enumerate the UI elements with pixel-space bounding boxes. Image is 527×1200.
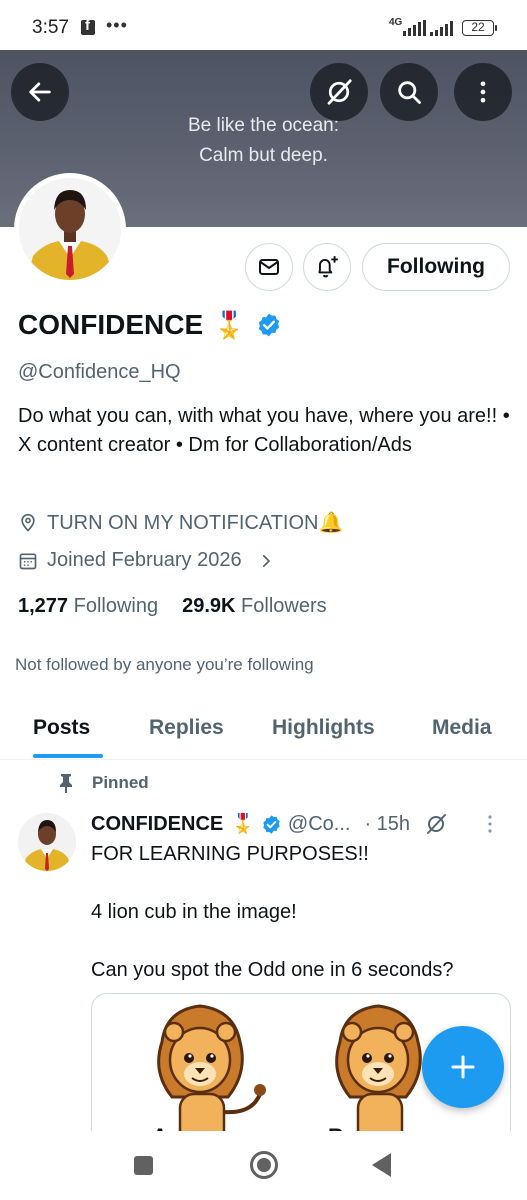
post-author-avatar[interactable] — [18, 813, 76, 871]
tab-posts[interactable]: Posts — [33, 716, 90, 740]
display-name-row: CONFIDENCE 🎖️ — [18, 309, 282, 341]
tab-media[interactable]: Media — [432, 716, 492, 740]
back-arrow-icon — [29, 82, 51, 102]
post-more-icon[interactable] — [480, 813, 500, 835]
location-line: TURN ON MY NOTIFICATION🔔 — [18, 510, 343, 535]
post-text-line: Can you spot the Odd one in 6 seconds? — [91, 959, 454, 981]
signal-icon — [403, 20, 426, 36]
signal-icon — [430, 20, 453, 36]
tab-highlights[interactable]: Highlights — [272, 716, 375, 740]
network-label: 4G — [389, 17, 403, 28]
post-timestamp[interactable]: · 15h — [364, 813, 410, 836]
profile-avatar[interactable] — [14, 173, 126, 285]
verified-badge-icon[interactable] — [256, 312, 282, 338]
post-header: CONFIDENCE 🎖️ @Co... · 15h — [91, 809, 511, 839]
system-nav-bar — [0, 1131, 527, 1200]
grok-button[interactable] — [310, 63, 368, 121]
location-text: TURN ON MY NOTIFICATION🔔 — [47, 512, 344, 534]
following-button[interactable]: Following — [362, 243, 510, 291]
status-time: 3:57 — [32, 17, 69, 38]
mail-icon — [259, 259, 279, 275]
avatar-image — [19, 178, 121, 280]
medal-emoji: 🎖️ — [213, 309, 246, 340]
banner-text: Be like the ocean: Calm but deep. — [0, 111, 527, 171]
verified-badge-icon — [263, 814, 280, 834]
post-text-line: 4 lion cub in the image! — [91, 901, 297, 923]
lion-cub-illustration — [335, 1004, 422, 1152]
notification-bell-plus-icon — [318, 256, 338, 278]
home-icon[interactable] — [250, 1151, 278, 1179]
following-stat[interactable]: 1,277 Following — [18, 595, 158, 618]
display-name: CONFIDENCE — [18, 309, 204, 340]
followers-label: Followers — [241, 595, 327, 617]
followers-stat[interactable]: 29.9K Followers — [182, 595, 327, 618]
more-options-button[interactable] — [454, 63, 512, 121]
post-text-line: FOR LEARNING PURPOSES!! — [91, 843, 369, 865]
not-followed-text: Not followed by anyone you’re following — [15, 655, 314, 674]
profile-tabs: Posts Replies Highlights Media — [0, 700, 527, 760]
following-count: 1,277 — [18, 595, 69, 617]
post-medal-emoji: 🎖️ — [231, 814, 255, 835]
grok-icon — [327, 79, 352, 105]
search-icon — [398, 81, 421, 104]
joined-line[interactable]: Joined February 2026 — [18, 549, 275, 572]
follow-stats: 1,277 Following 29.9K Followers — [18, 595, 327, 618]
profile-handle: @Confidence_HQ — [18, 361, 181, 383]
active-tab-indicator — [33, 754, 103, 758]
back-icon[interactable] — [372, 1153, 391, 1177]
tab-replies[interactable]: Replies — [149, 716, 224, 740]
recent-apps-icon[interactable] — [134, 1156, 153, 1175]
facebook-icon — [81, 17, 95, 35]
pin-icon — [60, 774, 72, 793]
banner-line: Be like the ocean: — [187, 115, 340, 136]
chevron-right-icon — [262, 554, 270, 567]
pinned-label: Pinned — [92, 773, 149, 792]
location-pin-icon — [21, 513, 35, 532]
post-author-handle[interactable]: @Co... — [288, 813, 351, 836]
calendar-icon — [19, 553, 37, 569]
battery-icon: 22 — [462, 20, 497, 36]
post-author-name[interactable]: CONFIDENCE — [91, 813, 223, 836]
banner-line: Calm but deep. — [199, 145, 328, 166]
joined-text: Joined February 2026 — [47, 549, 242, 571]
status-bar: 3:57 ••• 4G 22 — [0, 0, 527, 50]
more-dots-icon: ••• — [106, 15, 128, 35]
followers-count: 29.9K — [182, 595, 236, 617]
compose-post-button[interactable] — [422, 1026, 504, 1108]
pinned-indicator: Pinned — [58, 773, 149, 793]
plus-icon — [451, 1055, 475, 1079]
message-button[interactable] — [245, 243, 293, 291]
lion-cub-illustration — [157, 1004, 266, 1152]
grok-icon[interactable] — [424, 812, 448, 836]
back-button[interactable] — [11, 63, 69, 121]
following-label: Following — [73, 595, 159, 617]
profile-bio: Do what you can, with what you have, whe… — [18, 405, 510, 456]
notifications-button[interactable] — [303, 243, 351, 291]
search-button[interactable] — [380, 63, 438, 121]
more-vertical-icon — [480, 81, 486, 103]
